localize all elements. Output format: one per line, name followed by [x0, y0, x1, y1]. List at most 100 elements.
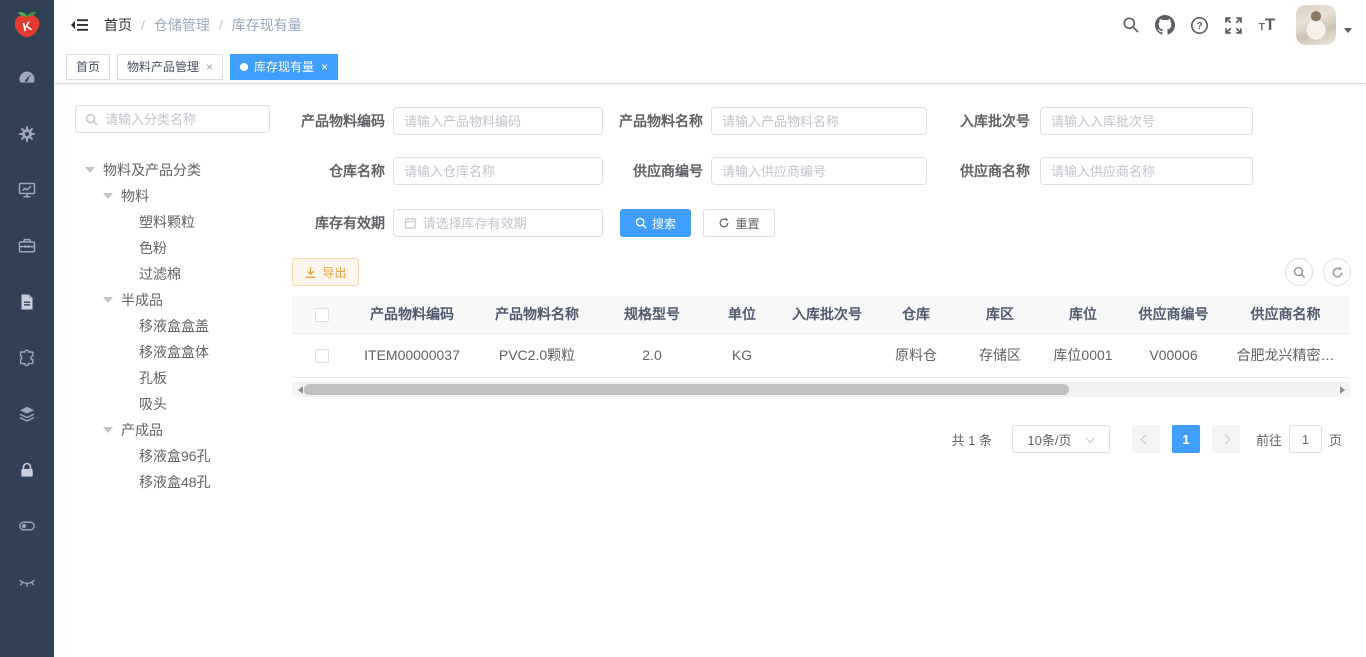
tree-node-移液盒48孔[interactable]: 移液盒48孔 [75, 469, 295, 495]
user-menu-caret-icon[interactable] [1344, 28, 1352, 37]
tab-物料产品管理[interactable]: 物料产品管理× [117, 54, 223, 80]
prev-page-button[interactable] [1132, 425, 1160, 453]
download-icon [304, 266, 317, 279]
column-header-库位: 库位 [1040, 296, 1126, 333]
sidebar-item-monitor[interactable] [0, 162, 54, 218]
page-size-select[interactable]: 10条/页 [1012, 425, 1110, 453]
header-search-button[interactable] [1114, 0, 1148, 50]
sidebar-item-layers[interactable] [0, 386, 54, 442]
help-button[interactable]: ? [1182, 0, 1216, 50]
table-cell: KG [702, 333, 782, 377]
font-size-button[interactable]: TT [1250, 0, 1284, 50]
toggle-search-button[interactable] [1285, 258, 1313, 286]
current-page-button[interactable]: 1 [1172, 425, 1200, 453]
column-header-规格型号: 规格型号 [602, 296, 702, 333]
sidebar-item-document[interactable] [0, 274, 54, 330]
horizontal-scrollbar[interactable] [292, 382, 1350, 397]
scroll-left-arrow[interactable] [292, 382, 304, 397]
goto-page-input[interactable] [1289, 425, 1322, 453]
export-button[interactable]: 导出 [292, 258, 359, 286]
table-tools [1285, 258, 1351, 286]
svg-text:?: ? [1196, 20, 1202, 31]
tree-node-产成品[interactable]: 产成品 [75, 417, 295, 443]
tree-node-移液盒盒体[interactable]: 移液盒盒体 [75, 339, 295, 365]
filter-input-入库批次号[interactable] [1040, 107, 1253, 135]
chevron-down-icon [1085, 433, 1095, 443]
tree-node-物料[interactable]: 物料 [75, 183, 295, 209]
next-page-button[interactable] [1212, 425, 1240, 453]
total-count: 共 1 条 [952, 430, 992, 449]
filter-label-date: 库存有效期 [279, 209, 385, 237]
column-header-供应商编号: 供应商编号 [1126, 296, 1221, 333]
caret-down-icon[interactable] [103, 297, 113, 303]
refresh-table-button[interactable] [1323, 258, 1351, 286]
table-cell: 合肥龙兴精密… [1221, 333, 1350, 377]
column-header-单位: 单位 [702, 296, 782, 333]
caret-down-icon[interactable] [103, 193, 113, 199]
help-icon: ? [1190, 16, 1209, 35]
sidebar-collapse-button[interactable] [54, 0, 104, 50]
sidebar-item-system[interactable] [0, 106, 54, 162]
search-icon [1122, 16, 1140, 34]
scrollbar-thumb[interactable] [304, 384, 1069, 395]
sidebar-item-job[interactable] [0, 218, 54, 274]
scroll-right-arrow[interactable] [1338, 382, 1350, 397]
toolbox-icon [17, 236, 37, 256]
chevron-left-icon [1141, 434, 1151, 444]
column-header-产品物料编码: 产品物料编码 [352, 296, 472, 333]
search-button[interactable]: 搜索 [620, 209, 691, 237]
page-unit-label: 页 [1329, 430, 1342, 449]
tree-node-移液盒96孔[interactable]: 移液盒96孔 [75, 443, 295, 469]
calendar-icon [404, 216, 417, 230]
breadcrumb-current: 库存现有量 [232, 15, 302, 35]
tree-node-色粉[interactable]: 色粉 [75, 235, 295, 261]
header-actions: ? TT [1114, 0, 1366, 50]
sidebar-item-plugin[interactable] [0, 330, 54, 386]
column-header-库区: 库区 [960, 296, 1040, 333]
github-link[interactable] [1148, 0, 1182, 50]
tab-close-icon[interactable]: × [321, 61, 328, 73]
table-cell: ITEM00000037 [352, 333, 472, 377]
filter-input-供应商编号[interactable] [711, 157, 927, 185]
filter-input-供应商名称[interactable] [1040, 157, 1253, 185]
strawberry-logo-icon: K [10, 8, 44, 42]
reset-button[interactable]: 重置 [703, 209, 775, 237]
category-search-input[interactable] [75, 105, 270, 133]
breadcrumb-home[interactable]: 首页 [104, 15, 132, 35]
filter-input-仓库名称[interactable] [393, 157, 603, 185]
filter-input-产品物料编码[interactable] [393, 107, 603, 135]
sidebar-item-switch[interactable] [0, 498, 54, 554]
filter-label-供应商名称: 供应商名称 [920, 157, 1030, 185]
lock-icon [17, 460, 37, 480]
pagination: 共 1 条 10条/页 1 前往 页 [952, 425, 1343, 453]
row-checkbox[interactable] [315, 349, 329, 363]
tree-node-移液盒盒盖[interactable]: 移液盒盒盖 [75, 313, 295, 339]
tree-node-半成品[interactable]: 半成品 [75, 287, 295, 313]
sidebar-item-dashboard[interactable] [0, 50, 54, 106]
tree-node-孔板[interactable]: 孔板 [75, 365, 295, 391]
fullscreen-button[interactable] [1216, 0, 1250, 50]
select-all-checkbox[interactable] [315, 308, 329, 322]
refresh-icon [1331, 266, 1344, 279]
tab-库存现有量[interactable]: 库存现有量× [230, 54, 338, 80]
user-avatar[interactable] [1296, 5, 1336, 45]
table-cell: V00006 [1126, 333, 1221, 377]
tree-node-吸头[interactable]: 吸头 [75, 391, 295, 417]
tree-node-物料及产品分类[interactable]: 物料及产品分类 [75, 157, 295, 183]
goto-label: 前往 [1256, 430, 1282, 449]
sidebar-item-monitor-off[interactable] [0, 554, 54, 610]
date-range-input[interactable] [393, 209, 603, 237]
caret-down-icon[interactable] [85, 167, 95, 173]
gear-icon [17, 124, 37, 144]
app-logo[interactable]: K [0, 0, 54, 50]
tree-node-塑料颗粒[interactable]: 塑料颗粒 [75, 209, 295, 235]
tree-node-过滤棉[interactable]: 过滤棉 [75, 261, 295, 287]
caret-down-icon[interactable] [103, 427, 113, 433]
table-row[interactable]: ITEM00000037PVC2.0颗粒2.0KG原料仓存储区库位0001V00… [292, 333, 1350, 377]
tab-close-icon[interactable]: × [206, 61, 213, 73]
tab-首页[interactable]: 首页 [66, 54, 110, 80]
scrollbar-track[interactable] [304, 382, 1338, 397]
search-icon [1293, 266, 1306, 279]
sidebar-item-permission[interactable] [0, 442, 54, 498]
filter-input-产品物料名称[interactable] [711, 107, 927, 135]
